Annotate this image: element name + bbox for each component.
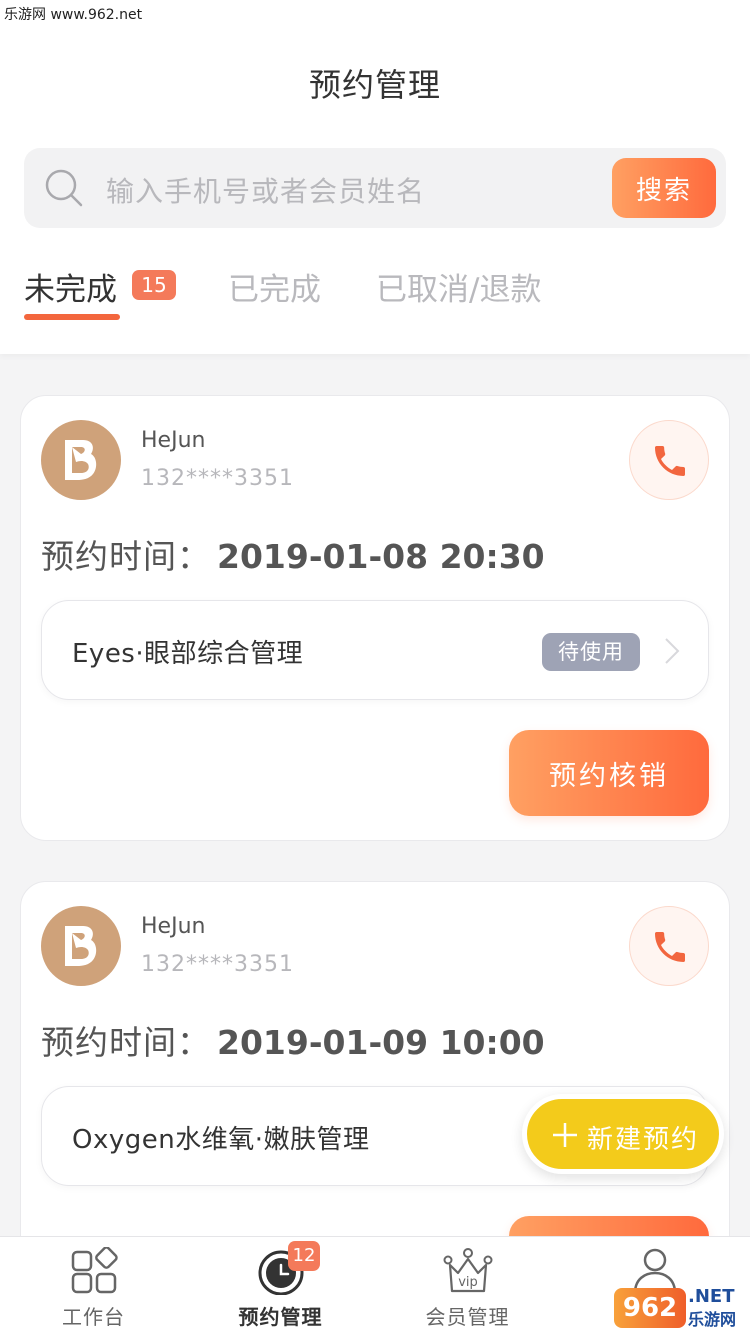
member-name: HeJun — [141, 428, 206, 453]
appointment-time: 预约时间： 2019-01-09 10:00 — [41, 1016, 545, 1064]
tabbar-item-workbench[interactable]: 工作台 — [0, 1237, 187, 1334]
avatar — [41, 420, 121, 500]
call-button[interactable] — [629, 906, 709, 986]
member-phone: 132****3351 — [141, 466, 294, 491]
svg-text:vip: vip — [458, 1275, 478, 1290]
appointments-count-badge: 12 — [288, 1241, 320, 1271]
phone-icon — [655, 932, 685, 962]
member-phone: 132****3351 — [141, 952, 294, 977]
new-appointment-button[interactable]: 新建预约 — [522, 1094, 724, 1174]
avatar — [41, 906, 121, 986]
search-button[interactable]: 搜索 — [612, 158, 716, 218]
appointment-card: HeJun 132****3351 预约时间： 2019-01-09 10:00 … — [20, 881, 730, 1302]
page-title: 预约管理 — [308, 66, 441, 104]
grid-icon — [71, 1247, 118, 1294]
vip-crown-icon: vip — [443, 1248, 492, 1293]
time-label: 预约时间： — [41, 537, 211, 576]
search-bar[interactable]: 输入手机号或者会员姓名 搜索 — [24, 148, 726, 228]
member-name: HeJun — [141, 914, 206, 939]
brand-logo-icon — [65, 440, 97, 480]
time-value: 2019-01-09 10:00 — [217, 1023, 545, 1062]
tabbar-label: 会员管理 — [425, 1305, 510, 1329]
plus-icon — [553, 1123, 577, 1147]
tab-unfinished[interactable]: 未完成 — [24, 264, 117, 309]
active-tab-indicator — [24, 314, 120, 320]
verify-appointment-button[interactable]: 预约核销 — [509, 730, 709, 816]
tab-finished[interactable]: 已完成 — [228, 264, 321, 309]
watermark-site-text: 乐游网 www.962.net — [4, 7, 143, 23]
appointment-time: 预约时间： 2019-01-08 20:30 — [41, 530, 545, 578]
tab-cancelled-refund[interactable]: 已取消/退款 — [376, 264, 541, 309]
watermark-logo: 962 .NET 乐游网 — [614, 1280, 750, 1334]
time-label: 预约时间： — [41, 1023, 211, 1062]
new-appointment-label: 新建预约 — [587, 1125, 700, 1155]
tabbar-item-members[interactable]: vip 会员管理 — [374, 1237, 561, 1334]
search-input[interactable]: 输入手机号或者会员姓名 — [106, 170, 425, 210]
unfinished-count-badge: 15 — [132, 270, 176, 300]
service-name: Eyes·眼部综合管理 — [72, 639, 304, 669]
call-button[interactable] — [629, 420, 709, 500]
service-item[interactable]: Eyes·眼部综合管理 待使用 — [41, 600, 709, 700]
tabbar-item-appointments[interactable]: 12 预约管理 — [187, 1237, 374, 1334]
watermark-net: .NET — [688, 1286, 735, 1307]
watermark-site: 乐游网 — [688, 1310, 737, 1329]
tabbar-label: 预约管理 — [238, 1305, 323, 1329]
header-panel: 预约管理 输入手机号或者会员姓名 搜索 未完成 15 已完成 已取消/退款 — [0, 0, 750, 354]
time-value: 2019-01-08 20:30 — [217, 537, 545, 576]
appointment-card: HeJun 132****3351 预约时间： 2019-01-08 20:30 … — [20, 395, 730, 841]
watermark-number: 962 — [614, 1288, 686, 1328]
tabbar-label: 工作台 — [62, 1305, 125, 1329]
tab-label: 未完成 — [24, 272, 117, 308]
brand-logo-icon — [65, 926, 97, 966]
chevron-right-icon — [665, 638, 680, 664]
phone-icon — [655, 446, 685, 476]
search-icon — [45, 169, 83, 207]
status-badge: 待使用 — [542, 633, 640, 671]
service-name: Oxygen水维氧·嫩肤管理 — [72, 1125, 370, 1155]
